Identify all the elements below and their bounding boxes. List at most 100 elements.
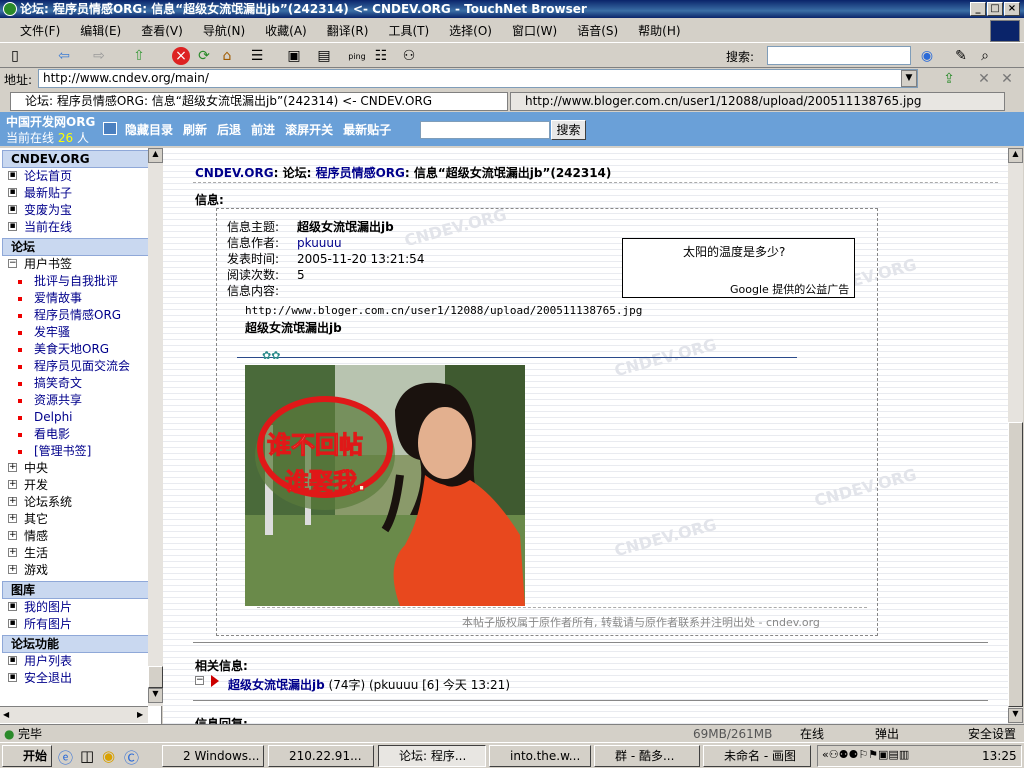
taskbar-task[interactable]: 2 Windows... [162, 745, 264, 767]
security-status[interactable]: 安全设置 [968, 725, 1016, 743]
sidebar-hscrollbar[interactable]: ◀ ▶ [0, 706, 148, 723]
menu-item[interactable]: 收藏(A) [265, 24, 307, 38]
sidebar-item[interactable]: ▪ 用户列表 [0, 653, 161, 670]
menu-item[interactable]: 编辑(E) [80, 24, 121, 38]
tab-image[interactable]: http://www.bloger.com.cn/user1/12088/upl… [510, 92, 1005, 111]
expand-icon[interactable]: + [8, 548, 17, 557]
expand-icon[interactable]: + [8, 463, 17, 472]
start-button[interactable]: 开始 [2, 745, 52, 767]
menu-item[interactable]: 工具(T) [388, 24, 429, 38]
taskbar-task[interactable]: 210.22.91... [268, 745, 374, 767]
stop-icon[interactable]: × [172, 47, 190, 65]
close-all-icon[interactable]: ✕ [998, 70, 1016, 88]
expand-icon[interactable]: ▪ [8, 222, 17, 231]
sidebar-subitem[interactable]: 美食天地ORG [0, 341, 161, 358]
taskbar-task[interactable]: 未命名 - 画图 [703, 745, 811, 767]
sidebar-item[interactable]: ▪ 最新贴子 [0, 185, 161, 202]
sidebar-subitem[interactable]: 批评与自我批评 [0, 273, 161, 290]
search-input[interactable] [767, 46, 911, 65]
group-icon[interactable]: ⚇ [400, 47, 418, 65]
sidebar-subitem[interactable]: 资源共享 [0, 392, 161, 409]
sidebar-item[interactable]: ▪ 所有图片 [0, 616, 161, 633]
expand-icon[interactable]: + [8, 514, 17, 523]
site-search-input[interactable] [420, 121, 550, 139]
address-input[interactable]: http://www.cndev.org/main/ [38, 69, 918, 88]
sidebar-item[interactable]: ▪ 变废为宝 [0, 202, 161, 219]
main-scrollbar[interactable]: ▲ ▼ [1008, 148, 1023, 724]
sidebar-item[interactable]: ▪ 当前在线 [0, 219, 161, 236]
page-icon[interactable]: ▤ [315, 47, 333, 65]
expand-icon[interactable]: ▪ [8, 656, 17, 665]
menu-item[interactable]: 帮助(H) [638, 24, 680, 38]
scroll-up-icon[interactable]: ▲ [148, 148, 163, 163]
expand-icon[interactable]: ▪ [8, 188, 17, 197]
tools-icon[interactable]: ☷ [372, 47, 390, 65]
menu-item[interactable]: 查看(V) [141, 24, 183, 38]
site-nav-link[interactable]: 滚屏开关 [285, 123, 333, 137]
address-dropdown-icon[interactable]: ▼ [901, 70, 917, 87]
scroll-up-icon[interactable]: ▲ [1008, 148, 1023, 163]
sidebar-group[interactable]: + 论坛系统 [0, 494, 161, 511]
popup-status[interactable]: 弹出 [875, 725, 899, 743]
expand-icon[interactable]: + [8, 531, 17, 540]
sidebar-group[interactable]: + 生活 [0, 545, 161, 562]
forward-icon[interactable]: ⇨ [90, 47, 108, 65]
sidebar-group[interactable]: + 情感 [0, 528, 161, 545]
expand-icon[interactable]: + [8, 565, 17, 574]
site-nav-link[interactable]: 隐藏目录 [125, 123, 173, 137]
tray-icons[interactable]: «⚇⚉⚈⚐⚑▣▤▥ [822, 748, 909, 761]
site-nav-link[interactable]: 前进 [251, 123, 275, 137]
back-icon[interactable]: ⇦ [55, 47, 73, 65]
quicklaunch-icon[interactable]: ◉ [102, 747, 115, 765]
site-nav-link[interactable]: 刷新 [183, 123, 207, 137]
sidebar-subitem[interactable]: 爱情故事 [0, 290, 161, 307]
site-nav-link[interactable]: 后退 [217, 123, 241, 137]
ad-question[interactable]: 太阳的温度是多少? [683, 243, 785, 260]
scroll-down-icon[interactable]: ▼ [148, 688, 163, 703]
sidebar-scroll-thumb[interactable] [148, 666, 163, 688]
sidebar-subitem[interactable]: 看电影 [0, 426, 161, 443]
close-tab-icon[interactable]: ✕ [975, 70, 993, 88]
site-search-button[interactable]: 搜索 [551, 120, 586, 140]
sidebar-group[interactable]: + 游戏 [0, 562, 161, 579]
menu-item[interactable]: 窗口(W) [512, 24, 557, 38]
field-value[interactable]: pkuuuu [297, 236, 342, 250]
sidebar-item[interactable]: ▪ 论坛首页 [0, 168, 161, 185]
window-icon[interactable]: ▣ [285, 47, 303, 65]
menu-item[interactable]: 文件(F) [20, 24, 60, 38]
ad-box[interactable]: 太阳的温度是多少? Google 提供的公益广告 [622, 238, 855, 298]
site-nav-link[interactable]: 最新贴子 [343, 123, 391, 137]
refresh-icon[interactable]: ⟳ [195, 47, 213, 65]
online-status[interactable]: 在线 [800, 725, 824, 743]
related-item-link[interactable]: 超级女流氓漏出jb [228, 678, 325, 692]
tab-forum[interactable]: 论坛: 程序员情感ORG: 信息“超级女流氓漏出jb”(242314) <- C… [10, 92, 508, 111]
browser-quick-icon[interactable]: Ⓒ [124, 747, 139, 768]
sidebar-group[interactable]: + 中央 [0, 460, 161, 477]
scroll-down-icon[interactable]: ▼ [1008, 708, 1023, 723]
expand-icon[interactable]: ▪ [8, 171, 17, 180]
go-icon[interactable]: ⇪ [940, 70, 958, 88]
crumb-site-link[interactable]: CNDEV.ORG [195, 166, 274, 180]
close-button[interactable]: × [1004, 2, 1020, 16]
up-icon[interactable]: ⇧ [130, 47, 148, 65]
sidebar-scrollbar[interactable]: ▲ ▼ [148, 148, 163, 706]
expand-icon[interactable]: + [8, 480, 17, 489]
expand-icon[interactable]: ▪ [8, 205, 17, 214]
expand-icon[interactable]: + [8, 497, 17, 506]
sidebar-subitem[interactable]: 程序员见面交流会 [0, 358, 161, 375]
expand-icon[interactable]: ▪ [8, 673, 17, 682]
maximize-button[interactable]: □ [987, 2, 1003, 16]
collapse-icon[interactable]: − [195, 676, 204, 685]
highlight-icon[interactable]: ✎ [952, 47, 970, 65]
home-icon[interactable]: ⌂ [218, 47, 236, 65]
sidebar-item-bookmarks[interactable]: − 用户书签 [0, 256, 161, 273]
menu-item[interactable]: 选择(O) [449, 24, 492, 38]
taskbar-task[interactable]: 论坛: 程序... [378, 745, 486, 767]
expand-icon[interactable]: ▪ [8, 619, 17, 628]
sidebar-subitem[interactable]: Delphi [0, 409, 161, 426]
new-page-icon[interactable]: ▯ [6, 47, 24, 65]
taskbar-task[interactable]: into.the.w... [489, 745, 591, 767]
find-icon[interactable]: ⌕ [976, 47, 994, 65]
menu-icon[interactable] [103, 122, 117, 135]
collapse-icon[interactable]: − [8, 259, 17, 268]
